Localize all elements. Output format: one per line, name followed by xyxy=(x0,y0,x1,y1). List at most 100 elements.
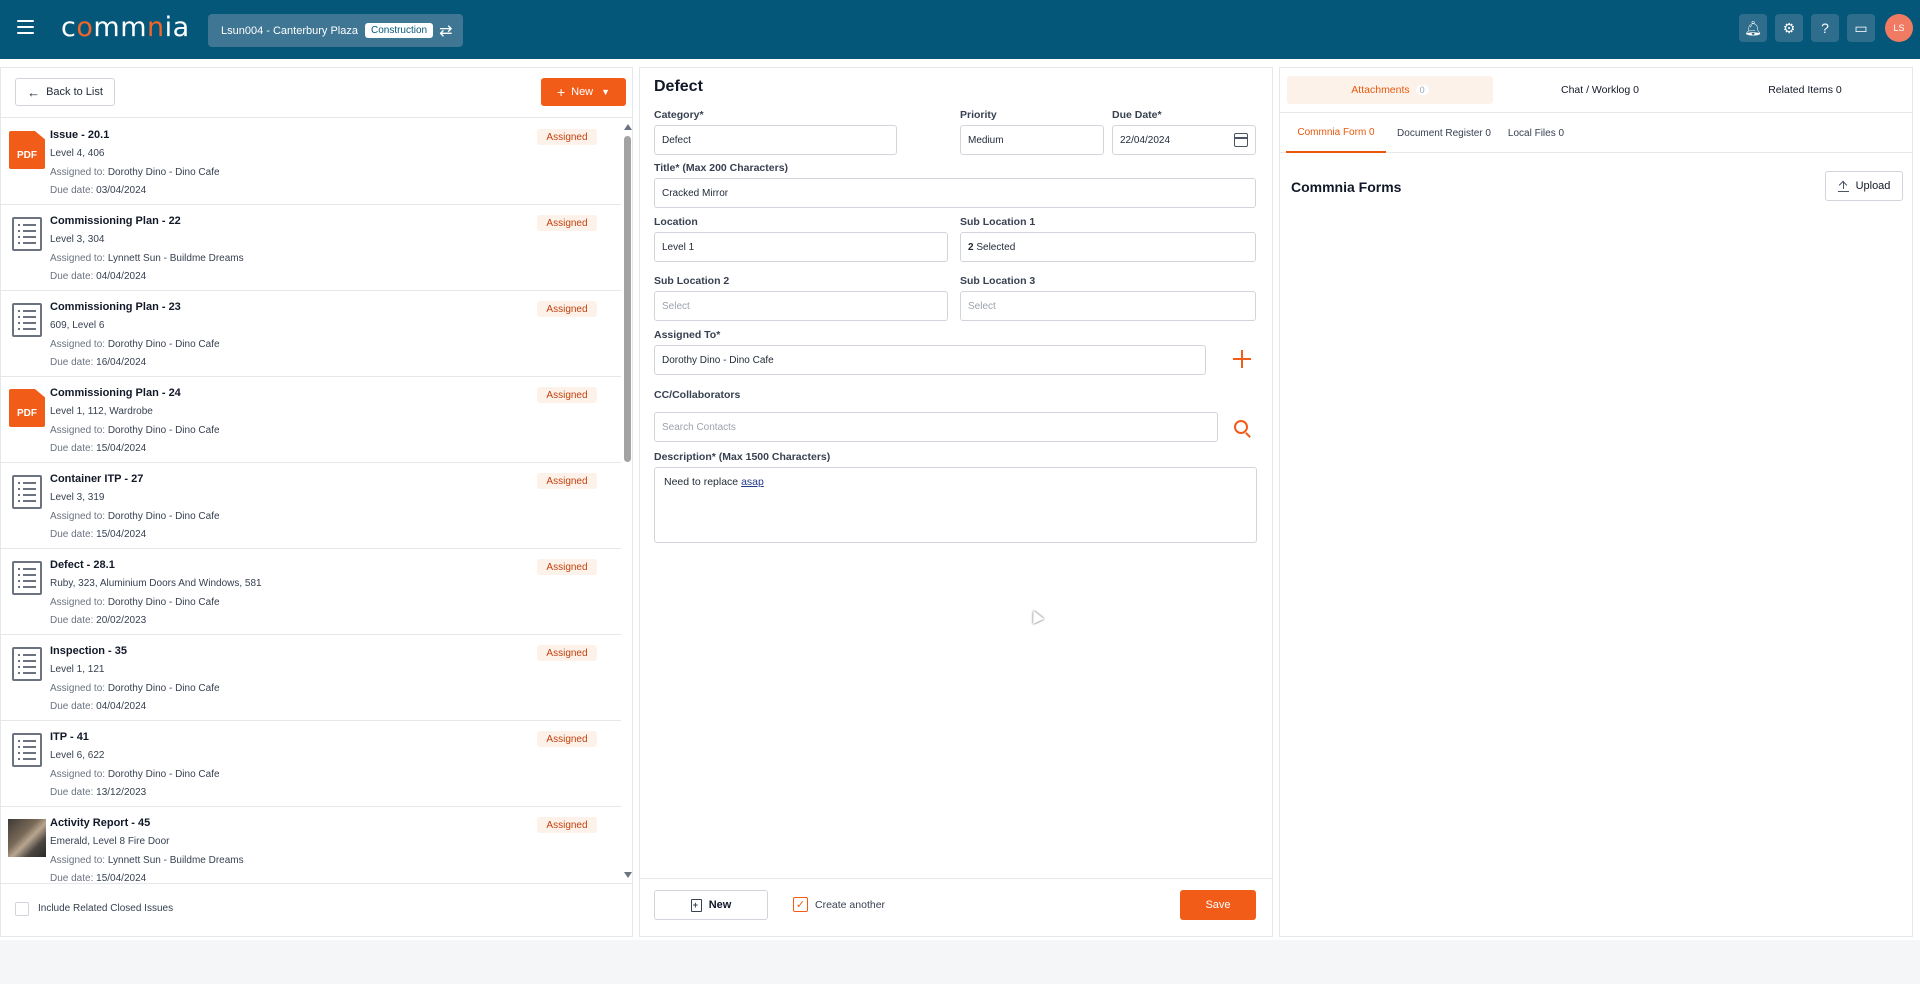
description-textarea[interactable]: Need to replace asap xyxy=(654,467,1257,543)
category-select[interactable]: Defect xyxy=(654,125,897,155)
list-item[interactable]: ITP - 41 Level 6, 622 Assigned to: Dorot… xyxy=(1,721,621,807)
item-title: Commissioning Plan - 22 xyxy=(50,215,181,227)
list-item[interactable]: Container ITP - 27 Level 3, 319 Assigned… xyxy=(1,463,621,549)
calendar-icon[interactable] xyxy=(1234,133,1248,147)
list-item[interactable]: Activity Report - 45 Emerald, Level 8 Fi… xyxy=(1,807,621,881)
create-another-checkbox[interactable]: ✓ xyxy=(793,897,808,912)
item-due: Due date: 04/04/2024 xyxy=(50,271,147,282)
item-location: 609, Level 6 xyxy=(50,320,105,331)
item-location: Emerald, Level 8 Fire Door xyxy=(50,836,170,847)
item-due: Due date: 13/12/2023 xyxy=(50,787,147,798)
item-assigned: Assigned to: Dorothy Dino - Dino Cafe xyxy=(50,683,220,694)
defect-form-panel: Defect Category* Defect Priority Medium … xyxy=(639,67,1273,937)
status-badge: Assigned xyxy=(537,645,597,661)
plus-icon: + xyxy=(556,84,566,100)
new-form-button[interactable]: New xyxy=(654,890,768,920)
subtab-local-files[interactable]: Local Files 0 xyxy=(1503,113,1569,153)
checklist-icon xyxy=(12,303,42,337)
category-label: Category* xyxy=(654,109,704,121)
bell-icon[interactable]: 🔔︎ xyxy=(1739,14,1767,42)
list-item[interactable]: Defect - 28.1 Ruby, 323, Aluminium Doors… xyxy=(1,549,621,635)
title-input[interactable]: Cracked Mirror xyxy=(654,178,1256,208)
item-assigned: Assigned to: Dorothy Dino - Dino Cafe xyxy=(50,769,220,780)
status-badge: Assigned xyxy=(537,215,597,231)
chevron-down-icon: ▼ xyxy=(601,87,611,97)
include-closed-checkbox[interactable] xyxy=(15,902,29,916)
tab-chat-worklog[interactable]: Chat / Worklog 0 xyxy=(1500,76,1700,104)
assigned-to-select[interactable]: Dorothy Dino - Dino Cafe xyxy=(654,345,1206,375)
sub-location-2-select[interactable]: Select xyxy=(654,291,948,321)
list-item[interactable]: Commissioning Plan - 22 Level 3, 304 Ass… xyxy=(1,205,621,291)
tab-related-items[interactable]: Related Items 0 xyxy=(1705,76,1905,104)
arrow-left-icon: ← xyxy=(27,84,41,100)
sub-location-3-select[interactable]: Select xyxy=(960,291,1256,321)
menu-icon[interactable] xyxy=(17,20,34,34)
chat-icon[interactable]: ▭ xyxy=(1847,14,1875,42)
sub-location-1-select[interactable]: 2 Selected xyxy=(960,232,1256,262)
gear-icon[interactable]: ⚙ xyxy=(1775,14,1803,42)
avatar[interactable]: LS xyxy=(1885,14,1913,42)
new-item-button[interactable]: + New ▼ xyxy=(541,78,626,106)
item-title: Activity Report - 45 xyxy=(50,817,151,829)
item-assigned: Assigned to: Lynnett Sun - Buildme Dream… xyxy=(50,855,244,866)
item-due: Due date: 20/02/2023 xyxy=(50,615,147,626)
top-bar: commnia Lsun004 - Canterbury Plaza Const… xyxy=(0,0,1920,59)
list-item[interactable]: PDF Issue - 20.1 Level 4, 406 Assigned t… xyxy=(1,119,621,205)
scroll-thumb[interactable] xyxy=(624,136,631,462)
item-location: Level 1, 112, Wardrobe xyxy=(50,406,153,417)
back-to-list-button[interactable]: ← Back to List xyxy=(15,78,115,106)
status-badge: Assigned xyxy=(537,817,597,833)
list-item[interactable]: Commissioning Plan - 23 609, Level 6 Ass… xyxy=(1,291,621,377)
issue-list: PDF Issue - 20.1 Level 4, 406 Assigned t… xyxy=(1,119,621,881)
scroll-down-icon[interactable] xyxy=(624,872,632,878)
project-name: Lsun004 - Canterbury Plaza xyxy=(221,24,358,37)
project-switcher[interactable]: Lsun004 - Canterbury Plaza Construction … xyxy=(208,14,463,47)
item-due: Due date: 03/04/2024 xyxy=(50,185,147,196)
item-location: Level 1, 121 xyxy=(50,664,105,675)
item-due: Due date: 15/04/2024 xyxy=(50,873,147,881)
attachments-panel: Attachments 0 Chat / Worklog 0 Related I… xyxy=(1279,67,1913,937)
status-badge: Assigned xyxy=(537,731,597,747)
item-assigned: Assigned to: Dorothy Dino - Dino Cafe xyxy=(50,597,220,608)
checklist-icon xyxy=(12,217,42,251)
subtab-document-register[interactable]: Document Register 0 xyxy=(1392,113,1496,153)
priority-select[interactable]: Medium xyxy=(960,125,1104,155)
item-location: Level 3, 319 xyxy=(50,492,105,503)
logo[interactable]: commnia xyxy=(61,12,190,43)
item-due: Due date: 04/04/2024 xyxy=(50,701,147,712)
save-button[interactable]: Save xyxy=(1180,890,1256,920)
subtab-commnia-form[interactable]: Commnia Form 0 xyxy=(1286,113,1386,153)
item-title: Issue - 20.1 xyxy=(50,129,110,141)
page-footer xyxy=(0,940,1920,984)
status-badge: Assigned xyxy=(537,473,597,489)
search-contacts-icon[interactable] xyxy=(1234,420,1248,434)
title-label: Title* (Max 200 Characters) xyxy=(654,162,789,174)
scroll-up-icon[interactable] xyxy=(624,124,632,130)
include-closed-label: Include Related Closed Issues xyxy=(38,903,174,914)
form-title: Defect xyxy=(654,78,703,95)
list-item[interactable]: PDF Commissioning Plan - 24 Level 1, 112… xyxy=(1,377,621,463)
add-assignee-icon[interactable] xyxy=(1233,350,1251,368)
project-tag: Construction xyxy=(364,23,434,38)
status-badge: Assigned xyxy=(537,129,597,145)
tab-attachments[interactable]: Attachments 0 xyxy=(1287,76,1493,104)
issue-list-panel: ← Back to List + New ▼ PDF Issue - 20.1 … xyxy=(0,67,633,937)
section-title: Commnia Forms xyxy=(1291,179,1402,195)
upload-button[interactable]: Upload xyxy=(1825,171,1903,201)
item-title: Inspection - 35 xyxy=(50,645,128,657)
status-badge: Assigned xyxy=(537,559,597,575)
help-icon[interactable]: ? xyxy=(1811,14,1839,42)
item-due: Due date: 15/04/2024 xyxy=(50,529,147,540)
new-document-icon xyxy=(690,898,702,912)
cc-search-input[interactable]: Search Contacts xyxy=(654,412,1218,442)
location-select[interactable]: Level 1 xyxy=(654,232,948,262)
list-scrollbar[interactable] xyxy=(623,120,632,882)
checklist-icon xyxy=(12,733,42,767)
assigned-to-label: Assigned To* xyxy=(654,329,721,341)
status-badge: Assigned xyxy=(537,301,597,317)
list-item[interactable]: Inspection - 35 Level 1, 121 Assigned to… xyxy=(1,635,621,721)
pdf-icon: PDF xyxy=(9,131,45,169)
sub-location-3-label: Sub Location 3 xyxy=(960,275,1036,287)
pdf-icon: PDF xyxy=(9,389,45,427)
due-date-input[interactable]: 22/04/2024 xyxy=(1112,125,1256,155)
